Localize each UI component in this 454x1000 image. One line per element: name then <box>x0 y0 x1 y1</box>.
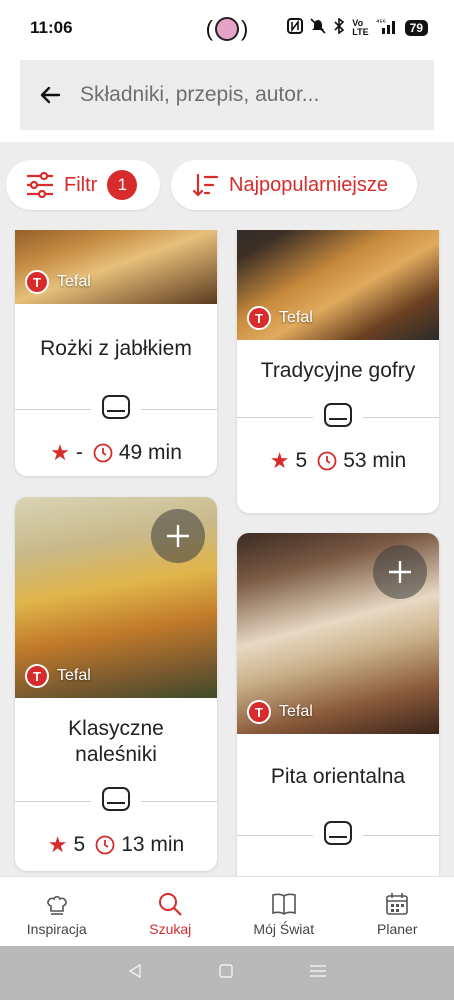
star-icon: ★ <box>47 832 68 857</box>
appliance-divider <box>237 402 439 435</box>
recipe-title: Pita orientalna <box>270 765 406 788</box>
appliance-icon <box>91 786 141 819</box>
brand-tag: T Tefal <box>247 306 313 330</box>
menu-lines-icon <box>309 964 326 977</box>
rating-value: 5 <box>295 449 308 472</box>
appliance-divider <box>15 394 217 427</box>
nav-item-planer[interactable]: Planer <box>341 877 454 946</box>
recipe-card[interactable]: T Tefal Klasyczne naleśniki ★ 5 13 min <box>15 497 217 871</box>
appliance-icon <box>313 820 363 853</box>
recipe-card[interactable]: T Tefal Pita orientalna <box>237 533 439 876</box>
recording-indicator: () <box>205 16 249 41</box>
volte-icon: Vo LTE <box>352 17 369 37</box>
arrow-left-icon <box>40 86 61 104</box>
brand-tag: T Tefal <box>25 270 91 294</box>
nfc-icon <box>287 18 304 37</box>
recipe-image: T Tefal <box>237 230 439 340</box>
clock-icon <box>93 443 113 463</box>
recording-dot-icon <box>215 17 239 41</box>
status-time: 11:06 <box>30 18 73 37</box>
back-button[interactable] <box>20 60 80 130</box>
search-input[interactable]: Składniki, przepis, autor... <box>80 83 319 107</box>
system-back-button[interactable] <box>127 963 143 984</box>
tefal-logo-icon: T <box>25 664 49 688</box>
appliance-divider <box>237 820 439 853</box>
triangle-back-icon <box>128 963 142 978</box>
chef-hat-icon <box>46 895 67 915</box>
rating-value: - <box>75 441 83 464</box>
bottom-navigation: Inspiracja Szukaj Mój Świat Planer <box>0 876 454 946</box>
recipe-image: T Tefal <box>15 230 217 304</box>
recipe-meta: ★ 5 13 min <box>15 832 217 858</box>
appliance-icon <box>313 402 363 435</box>
filter-button[interactable]: Filtr 1 <box>6 160 160 210</box>
svg-text:⁴⁵⁶: ⁴⁵⁶ <box>376 19 386 26</box>
signal-icon: ⁴⁵⁶ <box>376 18 398 37</box>
nav-item-moj-swiat[interactable]: Mój Świat <box>227 877 341 946</box>
status-icons: Vo LTE ⁴⁵⁶ 79 <box>287 17 428 37</box>
plus-icon <box>167 525 189 547</box>
cook-time: 13 min <box>121 833 185 856</box>
recipe-card[interactable]: T Tefal Tradycyjne gofry ★ 5 53 min <box>237 230 439 513</box>
search-icon <box>159 893 183 916</box>
sliders-icon <box>27 172 53 198</box>
filter-label: Filtr <box>64 173 98 196</box>
tefal-logo-icon: T <box>247 306 271 330</box>
brand-tag: T Tefal <box>25 664 91 688</box>
status-bar: 11:06 () Vo LTE ⁴⁵⁶ 79 <box>0 0 454 58</box>
recipe-image: T Tefal <box>237 533 439 734</box>
cook-time: 49 min <box>118 441 182 464</box>
add-to-list-button[interactable] <box>373 545 427 599</box>
calendar-icon <box>386 893 409 915</box>
system-home-button[interactable] <box>218 963 234 984</box>
battery-indicator: 79 <box>404 19 428 36</box>
recipe-title: Klasyczne naleśniki <box>68 717 164 766</box>
search-header: Składniki, przepis, autor... <box>0 58 454 142</box>
clock-icon <box>317 451 337 471</box>
clock-icon <box>95 835 115 855</box>
recipe-image: T Tefal <box>15 497 217 698</box>
recipe-card[interactable]: T Tefal Rożki z jabłkiem ★ - 49 min <box>15 230 217 476</box>
tefal-logo-icon: T <box>247 700 271 724</box>
star-icon: ★ <box>269 448 290 473</box>
book-icon <box>271 893 296 915</box>
appliance-icon <box>91 394 141 427</box>
plus-icon <box>389 561 411 583</box>
rating-value: 5 <box>73 833 86 856</box>
sort-button[interactable]: Najpopularniejsze <box>171 160 417 210</box>
brand-tag: T Tefal <box>247 700 313 724</box>
bluetooth-icon <box>333 17 345 37</box>
square-home-icon <box>219 963 233 978</box>
tefal-logo-icon: T <box>25 270 49 294</box>
search-bar[interactable]: Składniki, przepis, autor... <box>20 60 434 130</box>
recipe-meta: ★ - 49 min <box>15 440 217 466</box>
cook-time: 53 min <box>343 449 407 472</box>
recipe-title: Tradycyjne gofry <box>260 359 416 382</box>
nav-item-szukaj[interactable]: Szukaj <box>114 877 228 946</box>
system-recents-button[interactable] <box>309 963 327 984</box>
system-navigation-bar <box>0 946 454 1000</box>
add-to-list-button[interactable] <box>151 509 205 563</box>
recipe-title: Rożki z jabłkiem <box>40 337 192 360</box>
sort-icon <box>193 173 219 197</box>
recipe-feed[interactable]: T Tefal Rożki z jabłkiem ★ - 49 min T Tef… <box>0 230 454 876</box>
appliance-divider <box>15 786 217 819</box>
mute-icon <box>310 18 326 37</box>
filter-count-badge: 1 <box>107 170 138 200</box>
filter-row: Filtr 1 Najpopularniejsze <box>0 142 454 230</box>
star-icon: ★ <box>50 440 70 465</box>
nav-item-inspiracja[interactable]: Inspiracja <box>0 877 114 946</box>
sort-label: Najpopularniejsze <box>229 173 388 196</box>
recipe-meta: ★ 5 53 min <box>237 448 439 474</box>
